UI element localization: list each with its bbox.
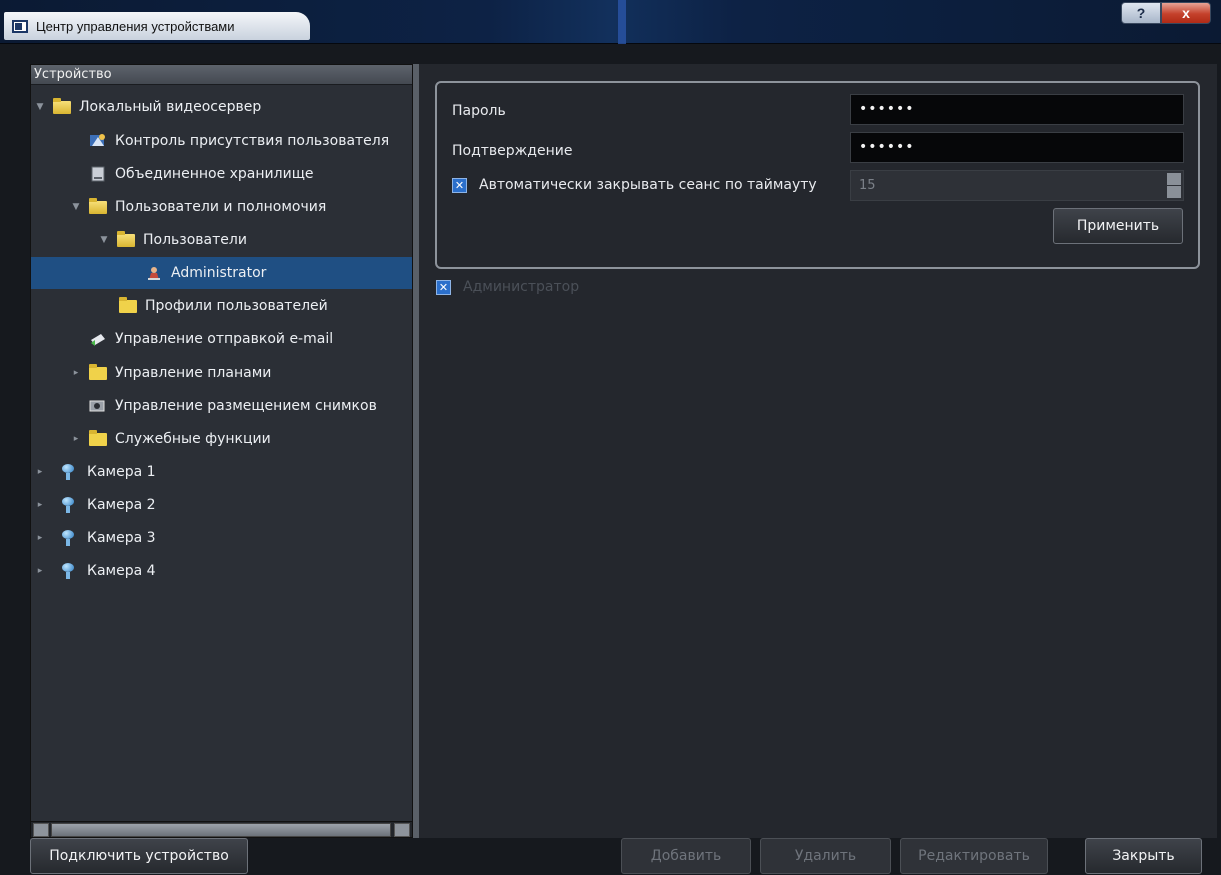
apply-button[interactable]: Применить xyxy=(1053,208,1183,244)
tree-item-label: Управление размещением снимков xyxy=(115,398,377,414)
timeout-value: 15 xyxy=(859,178,876,193)
tree-item-user-profiles[interactable]: Профили пользователей xyxy=(119,290,328,322)
camera-icon xyxy=(61,563,75,579)
folder-icon xyxy=(89,429,107,446)
password-group: Пароль •••••• Подтверждение •••••• ✕ Авт… xyxy=(435,81,1200,269)
main-area: Устройство ▼ Локальный видеосервер Контр… xyxy=(0,44,1221,875)
tree-item-label: Камера 3 xyxy=(87,530,156,546)
tree-item-label: Administrator xyxy=(171,265,267,281)
connect-device-button[interactable]: Подключить устройство xyxy=(30,838,248,874)
camera-icon xyxy=(61,464,75,480)
folder-icon xyxy=(119,296,137,313)
tree-item-label: Контроль присутствия пользователя xyxy=(115,133,390,149)
tree-item-snapshots[interactable]: Управление размещением снимков xyxy=(89,390,377,422)
auto-logout-label: Автоматически закрывать сеанс по таймаут… xyxy=(479,177,817,193)
camera-icon xyxy=(61,497,75,513)
tree-item-label: Камера 1 xyxy=(87,464,156,480)
tree-item-label: Пользователи xyxy=(143,232,247,248)
folder-open-icon xyxy=(89,197,107,214)
expand-arrow-icon[interactable]: ▼ xyxy=(33,102,47,112)
delete-button[interactable]: Удалить xyxy=(760,838,891,874)
tree-item-plans[interactable]: ▸ Управление планами xyxy=(69,357,271,389)
scroll-thumb[interactable] xyxy=(51,823,391,837)
user-presence-icon xyxy=(89,133,107,149)
administrator-checkbox[interactable]: ✕ xyxy=(436,280,451,295)
tree-item-camera-3[interactable]: ▸ Камера 3 xyxy=(33,522,156,554)
collapsed-arrow-icon[interactable]: ▸ xyxy=(33,566,47,576)
edit-button[interactable]: Редактировать xyxy=(900,838,1048,874)
collapsed-arrow-icon[interactable]: ▸ xyxy=(69,434,83,444)
tree-header[interactable]: Устройство xyxy=(31,65,412,85)
tree-item-label: Управление планами xyxy=(115,365,272,381)
administrator-label: Администратор xyxy=(463,279,580,295)
bottom-bar: Подключить устройство Добавить Удалить Р… xyxy=(0,838,1221,875)
tree-item-email[interactable]: Управление отправкой e-mail xyxy=(89,323,333,355)
collapsed-arrow-icon[interactable]: ▸ xyxy=(33,467,47,477)
tree-item-users-permissions[interactable]: ▼ Пользователи и полномочия xyxy=(69,191,326,223)
window-title: Центр управления устройствами xyxy=(36,18,235,34)
storage-icon xyxy=(89,166,107,182)
auto-logout-checkbox[interactable]: ✕ xyxy=(452,178,467,193)
tree-item-label: Локальный видеосервер xyxy=(79,99,262,115)
spin-buttons[interactable] xyxy=(1167,173,1181,198)
add-button[interactable]: Добавить xyxy=(621,838,751,874)
tree-item-service[interactable]: ▸ Служебные функции xyxy=(69,423,271,455)
camera-icon xyxy=(61,530,75,546)
tree-item-camera-4[interactable]: ▸ Камера 4 xyxy=(33,555,156,587)
tree-item-label: Служебные функции xyxy=(115,431,271,447)
tree-item-label: Управление отправкой e-mail xyxy=(115,331,334,347)
tree-item-label: Камера 4 xyxy=(87,563,156,579)
tree-item-local-server[interactable]: ▼ Локальный видеосервер xyxy=(33,91,261,123)
folder-icon xyxy=(89,363,107,380)
app-icon xyxy=(12,19,28,33)
tree-item-camera-1[interactable]: ▸ Камера 1 xyxy=(33,456,156,488)
tree-horizontal-scrollbar[interactable] xyxy=(31,821,412,837)
tree-item-label: Пользователи и полномочия xyxy=(115,199,327,215)
tree-item-storage[interactable]: Объединенное хранилище xyxy=(89,158,314,190)
tree-item-user-presence[interactable]: Контроль присутствия пользователя xyxy=(89,125,389,157)
window-title-tab: Центр управления устройствами xyxy=(4,12,310,40)
expand-arrow-icon[interactable]: ▼ xyxy=(97,235,111,245)
title-bar: Центр управления устройствами ? x xyxy=(0,0,1221,44)
tree-item-camera-2[interactable]: ▸ Камера 2 xyxy=(33,489,156,521)
tree-item-label: Объединенное хранилище xyxy=(115,166,314,182)
close-window-button[interactable]: x xyxy=(1161,2,1211,24)
email-icon xyxy=(89,331,107,347)
scroll-right-button[interactable] xyxy=(394,823,410,837)
snapshot-icon xyxy=(89,398,107,414)
window-controls: ? x xyxy=(1121,2,1211,24)
user-icon xyxy=(145,265,163,281)
collapsed-arrow-icon[interactable]: ▸ xyxy=(33,500,47,510)
scroll-left-button[interactable] xyxy=(33,823,49,837)
tree-item-label: Профили пользователей xyxy=(145,298,328,314)
confirm-password-field[interactable]: •••••• xyxy=(850,132,1184,163)
password-label: Пароль xyxy=(452,103,506,119)
folder-open-icon xyxy=(117,230,135,247)
password-field[interactable]: •••••• xyxy=(850,94,1184,125)
tree-item-users[interactable]: ▼ Пользователи xyxy=(97,224,247,256)
collapsed-arrow-icon[interactable]: ▸ xyxy=(33,533,47,543)
expand-arrow-icon[interactable]: ▼ xyxy=(69,202,83,212)
help-button[interactable]: ? xyxy=(1121,2,1161,24)
folder-open-icon xyxy=(53,97,71,114)
close-button[interactable]: Закрыть xyxy=(1085,838,1202,874)
tree-item-administrator[interactable]: Administrator xyxy=(31,257,412,289)
title-bar-glow xyxy=(618,0,626,44)
timeout-spinbox[interactable]: 15 xyxy=(850,170,1184,201)
device-tree-panel: Устройство ▼ Локальный видеосервер Контр… xyxy=(30,64,413,838)
confirm-label: Подтверждение xyxy=(452,143,573,159)
collapsed-arrow-icon[interactable]: ▸ xyxy=(69,368,83,378)
settings-panel: Пароль •••••• Подтверждение •••••• ✕ Авт… xyxy=(419,64,1217,838)
tree-item-label: Камера 2 xyxy=(87,497,156,513)
